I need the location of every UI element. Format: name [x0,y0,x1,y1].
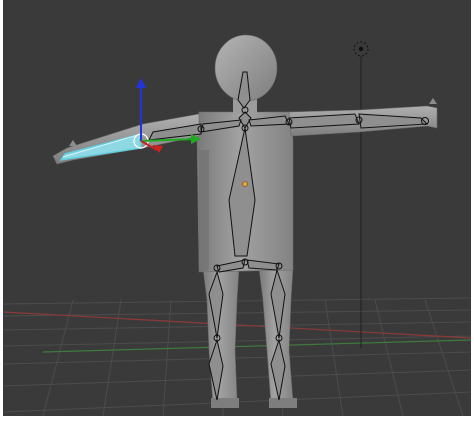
viewport-canvas[interactable] [3,0,471,416]
viewport-frame [0,0,474,421]
object-origin-marker [242,181,248,187]
3d-viewport[interactable] [3,0,471,416]
